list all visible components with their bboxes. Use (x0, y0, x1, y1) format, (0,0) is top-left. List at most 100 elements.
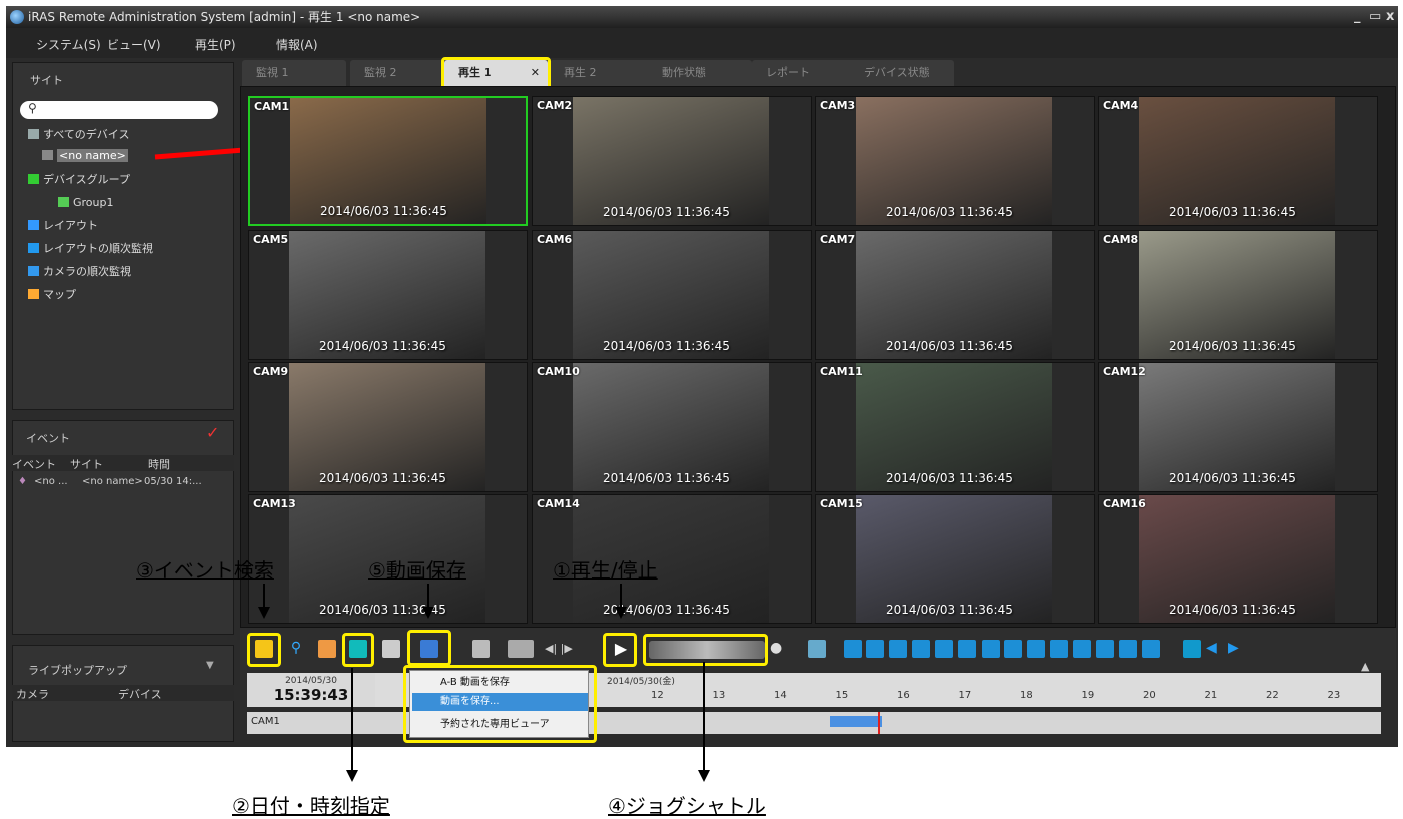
tree-label: レイアウトの順次監視 (43, 242, 153, 255)
timeline-row-label: CAM1 (251, 716, 280, 727)
tab-status[interactable]: 動作状態 (648, 60, 752, 86)
layout-grid-icon[interactable] (958, 640, 976, 658)
devices-icon (28, 129, 39, 139)
tab-playback-2[interactable]: 再生 2 (550, 60, 654, 86)
dropdown-icon[interactable]: ▼ (206, 660, 214, 671)
callout-jog-shuttle: ④ジョグシャトル (608, 794, 766, 818)
layout-grid-icon[interactable] (1073, 640, 1091, 658)
arrow-line (427, 584, 429, 608)
timeline-hour-label: 23 (1327, 690, 1341, 701)
layout-grid-icon[interactable] (844, 640, 862, 658)
restore-button[interactable]: ▭ (1369, 6, 1381, 28)
tab-report[interactable]: レポート (752, 60, 856, 86)
menu-info[interactable]: 情報(A) (276, 36, 318, 53)
timeline-hour-label: 19 (1081, 690, 1095, 701)
col-event[interactable]: イベント (12, 456, 56, 472)
camera-tile[interactable]: CAM10 2014/06/03 11:36:45 (532, 362, 812, 492)
fullscreen-icon[interactable] (1183, 640, 1201, 658)
tab-device-status[interactable]: デバイス状態 (850, 60, 954, 86)
camera-tile[interactable]: CAM1 2014/06/03 11:36:45 (248, 96, 528, 226)
camera-tile[interactable]: CAM6 2014/06/03 11:36:45 (532, 230, 812, 360)
camera-label: CAM14 (537, 497, 580, 510)
event-icon: ♦ (18, 476, 27, 487)
layout-grid-icon[interactable] (935, 640, 953, 658)
arrow-line (263, 584, 265, 608)
camera-tile[interactable]: CAM16 2014/06/03 11:36:45 (1098, 494, 1378, 624)
callout-play-stop: ①再生/停止 (553, 558, 658, 582)
layout-grid-icon[interactable] (889, 640, 907, 658)
timeline-date: 2014/05/30 (285, 676, 337, 686)
collapse-icon[interactable]: ▲ (1361, 660, 1369, 673)
camera-timestamp: 2014/06/03 11:36:45 (319, 339, 446, 353)
camera-tile[interactable]: CAM11 2014/06/03 11:36:45 (815, 362, 1095, 492)
export-all-icon[interactable] (508, 640, 534, 658)
camera-timestamp: 2014/06/03 11:36:45 (886, 471, 1013, 485)
camera-tile[interactable]: CAM4 2014/06/03 11:36:45 (1098, 96, 1378, 226)
camera-timestamp: 2014/06/03 11:36:45 (886, 603, 1013, 617)
layout-grid-icon[interactable] (982, 640, 1000, 658)
col-camera[interactable]: カメラ (16, 686, 49, 702)
camera-tile[interactable]: CAM9 2014/06/03 11:36:45 (248, 362, 528, 492)
close-button[interactable]: x (1386, 6, 1394, 28)
event-panel-title: イベント (26, 432, 70, 445)
tab-monitor-1[interactable]: 監視 1 (242, 60, 346, 86)
tree-group1[interactable]: Group1 (58, 194, 114, 212)
camera-tile[interactable]: CAM5 2014/06/03 11:36:45 (248, 230, 528, 360)
camera-timestamp: 2014/06/03 11:36:45 (603, 205, 730, 219)
calendar-icon[interactable] (318, 640, 336, 658)
camera-tile[interactable]: CAM12 2014/06/03 11:36:45 (1098, 362, 1378, 492)
layout-grid-icon[interactable] (866, 640, 884, 658)
checkmark-icon[interactable]: ✓ (206, 423, 219, 442)
tree-all-devices[interactable]: すべてのデバイス (28, 126, 129, 144)
camera-timestamp: 2014/06/03 11:36:45 (603, 339, 730, 353)
tab-monitor-2[interactable]: 監視 2 (350, 60, 454, 86)
export-icon[interactable] (472, 640, 490, 658)
layout-grid-icon[interactable] (912, 640, 930, 658)
layout-grid-icon[interactable] (1027, 640, 1045, 658)
title-bar: iRAS Remote Administration System [admin… (6, 6, 1398, 28)
tree-map[interactable]: マップ (28, 286, 76, 304)
tree-device-no-name[interactable]: <no name> (42, 147, 128, 165)
camera-tile[interactable]: CAM2 2014/06/03 11:36:45 (532, 96, 812, 226)
camera-timestamp: 2014/06/03 11:36:45 (1169, 603, 1296, 617)
col-site[interactable]: サイト (70, 456, 103, 472)
arrow-head (615, 607, 627, 619)
layout-grid-icon[interactable] (1050, 640, 1068, 658)
col-device[interactable]: デバイス (118, 686, 162, 702)
layout-grid-icon[interactable] (1119, 640, 1137, 658)
tree-layout[interactable]: レイアウト (28, 217, 98, 235)
layout-grid-icon[interactable] (1142, 640, 1160, 658)
audio-icon[interactable] (808, 640, 826, 658)
timeline-hour-label: 15 (835, 690, 849, 701)
menu-bar: システム(S) ビュー(V) 再生(P) 情報(A) (6, 28, 1398, 58)
site-search-input[interactable]: ⚲ (20, 101, 218, 119)
tree-label: すべてのデバイス (43, 128, 130, 141)
camera-tile[interactable]: CAM7 2014/06/03 11:36:45 (815, 230, 1095, 360)
next-icon[interactable]: ▶ (1228, 640, 1246, 658)
camera-label: CAM8 (1103, 233, 1139, 246)
col-time[interactable]: 時間 (148, 456, 170, 472)
search-icon[interactable]: ⚲ (287, 640, 305, 658)
arrow-head (258, 607, 270, 619)
prev-icon[interactable]: ◀ (1206, 640, 1224, 658)
camera-tile[interactable]: CAM3 2014/06/03 11:36:45 (815, 96, 1095, 226)
menu-view[interactable]: ビュー(V) (107, 36, 161, 53)
minimize-button[interactable]: _ (1354, 6, 1361, 28)
arrow-head (422, 607, 434, 619)
layout-grid-icon[interactable] (1096, 640, 1114, 658)
snapshot-icon[interactable] (382, 640, 400, 658)
camera-tile[interactable]: CAM8 2014/06/03 11:36:45 (1098, 230, 1378, 360)
step-frame-icon[interactable]: ◀| |▶ (545, 640, 591, 658)
map-icon (28, 289, 39, 299)
recording-bar[interactable] (830, 716, 882, 727)
tree-device-group[interactable]: デバイスグループ (28, 171, 130, 189)
tree-camera-sequence[interactable]: カメラの順次監視 (28, 263, 131, 281)
menu-system[interactable]: システム(S) (36, 36, 101, 53)
camera-tile[interactable]: CAM15 2014/06/03 11:36:45 (815, 494, 1095, 624)
lock-icon[interactable]: ● (770, 640, 782, 656)
tree-layout-sequence[interactable]: レイアウトの順次監視 (28, 240, 153, 258)
menu-playback[interactable]: 再生(P) (195, 36, 236, 53)
timeline-cursor[interactable] (878, 712, 880, 734)
layout-grid-icon[interactable] (1004, 640, 1022, 658)
callout-save-video: ⑤動画保存 (368, 558, 466, 582)
